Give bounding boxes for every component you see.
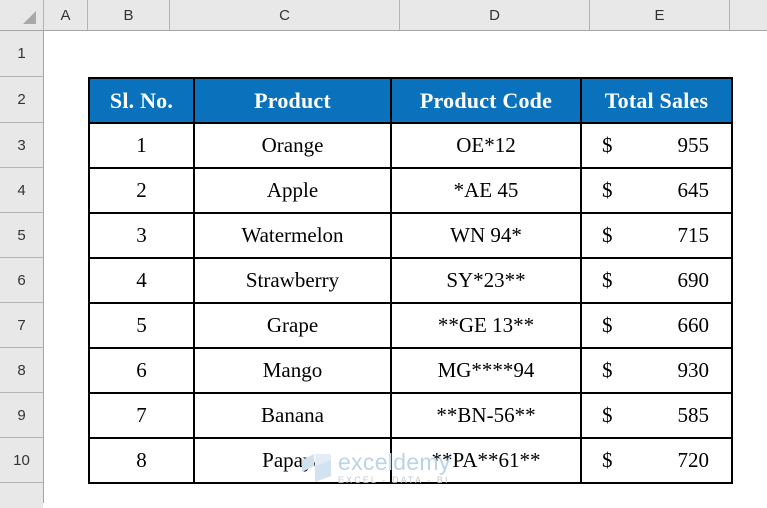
currency-symbol: $ — [602, 448, 613, 472]
cell-product-code[interactable]: **BN-56** — [390, 392, 582, 439]
row-header-2[interactable]: 2 — [0, 77, 43, 123]
column-header-b[interactable]: B — [88, 0, 170, 30]
table-row[interactable]: 6 Mango MG****94 $ 930 — [88, 347, 733, 394]
column-header-a[interactable]: A — [44, 0, 88, 30]
cell-product-code[interactable]: SY*23** — [390, 257, 582, 304]
cell-product[interactable]: Mango — [193, 347, 392, 394]
amount-value: 660 — [677, 313, 710, 337]
table-header-row: Sl. No. Product Product Code Total Sales — [88, 77, 733, 124]
column-header-total-sales: Total Sales — [580, 77, 733, 124]
cell-sl-no[interactable]: 4 — [88, 257, 195, 304]
amount-value: 720 — [677, 448, 710, 472]
amount-value: 690 — [677, 268, 710, 292]
currency-symbol: $ — [602, 133, 613, 157]
cell-total-sales[interactable]: $ 955 — [580, 122, 733, 169]
table-row[interactable]: 7 Banana **BN-56** $ 585 — [88, 392, 733, 439]
amount-value: 715 — [677, 223, 710, 247]
cell-product-code[interactable]: *AE 45 — [390, 167, 582, 214]
cell-sl-no[interactable]: 8 — [88, 437, 195, 484]
currency-symbol: $ — [602, 178, 613, 202]
cell-product[interactable]: Apple — [193, 167, 392, 214]
cell-total-sales[interactable]: $ 715 — [580, 212, 733, 259]
select-all-corner-button[interactable] — [0, 0, 44, 30]
amount-value: 930 — [677, 358, 710, 382]
row-header-6[interactable]: 6 — [0, 258, 43, 303]
table-row[interactable]: 8 Papaya **PA**61** $ 720 — [88, 437, 733, 484]
column-header-sl-no: Sl. No. — [88, 77, 195, 124]
cell-total-sales[interactable]: $ 720 — [580, 437, 733, 484]
cell-product[interactable]: Strawberry — [193, 257, 392, 304]
row-header-7[interactable]: 7 — [0, 303, 43, 348]
amount-value: 645 — [677, 178, 710, 202]
cell-total-sales[interactable]: $ 930 — [580, 347, 733, 394]
row-header-9[interactable]: 9 — [0, 393, 43, 438]
cell-total-sales[interactable]: $ 660 — [580, 302, 733, 349]
cell-product[interactable]: Orange — [193, 122, 392, 169]
cell-product[interactable]: Watermelon — [193, 212, 392, 259]
column-header-c[interactable]: C — [170, 0, 400, 30]
row-header-8[interactable]: 8 — [0, 348, 43, 393]
table-row[interactable]: 3 Watermelon WN 94* $ 715 — [88, 212, 733, 259]
column-header-f[interactable] — [730, 0, 767, 30]
row-header-3[interactable]: 3 — [0, 123, 43, 168]
column-header-e[interactable]: E — [590, 0, 730, 30]
select-all-triangle-icon — [23, 11, 36, 24]
currency-symbol: $ — [602, 223, 613, 247]
currency-symbol: $ — [602, 313, 613, 337]
cell-total-sales[interactable]: $ 585 — [580, 392, 733, 439]
row-header-11[interactable] — [0, 483, 43, 508]
sales-data-table: Sl. No. Product Product Code Total Sales… — [88, 77, 733, 484]
amount-value: 955 — [677, 133, 710, 157]
row-header-5[interactable]: 5 — [0, 213, 43, 258]
table-row[interactable]: 2 Apple *AE 45 $ 645 — [88, 167, 733, 214]
column-header-product-code: Product Code — [390, 77, 582, 124]
amount-value: 585 — [677, 403, 710, 427]
cell-sl-no[interactable]: 2 — [88, 167, 195, 214]
row-header-4[interactable]: 4 — [0, 168, 43, 213]
column-header-row: A B C D E — [0, 0, 767, 31]
cell-product-code[interactable]: **PA**61** — [390, 437, 582, 484]
table-row[interactable]: 5 Grape **GE 13** $ 660 — [88, 302, 733, 349]
cell-sl-no[interactable]: 7 — [88, 392, 195, 439]
cell-sl-no[interactable]: 5 — [88, 302, 195, 349]
row-header-1[interactable]: 1 — [0, 31, 43, 77]
column-header-d[interactable]: D — [400, 0, 590, 30]
cell-product-code[interactable]: **GE 13** — [390, 302, 582, 349]
cell-product[interactable]: Banana — [193, 392, 392, 439]
cell-total-sales[interactable]: $ 645 — [580, 167, 733, 214]
table-row[interactable]: 4 Strawberry SY*23** $ 690 — [88, 257, 733, 304]
cell-total-sales[interactable]: $ 690 — [580, 257, 733, 304]
cell-product[interactable]: Grape — [193, 302, 392, 349]
cell-product-code[interactable]: OE*12 — [390, 122, 582, 169]
cell-sl-no[interactable]: 1 — [88, 122, 195, 169]
cell-product-code[interactable]: MG****94 — [390, 347, 582, 394]
cell-product[interactable]: Papaya — [193, 437, 392, 484]
row-header-column: 1 2 3 4 5 6 7 8 9 10 — [0, 31, 44, 508]
cell-sl-no[interactable]: 6 — [88, 347, 195, 394]
table-row[interactable]: 1 Orange OE*12 $ 955 — [88, 122, 733, 169]
currency-symbol: $ — [602, 268, 613, 292]
column-header-product: Product — [193, 77, 392, 124]
currency-symbol: $ — [602, 403, 613, 427]
cell-sl-no[interactable]: 3 — [88, 212, 195, 259]
cell-product-code[interactable]: WN 94* — [390, 212, 582, 259]
currency-symbol: $ — [602, 358, 613, 382]
row-header-10[interactable]: 10 — [0, 438, 43, 483]
spreadsheet-canvas: A B C D E 1 2 3 4 5 6 7 8 9 10 Sl. No. P… — [0, 0, 767, 508]
